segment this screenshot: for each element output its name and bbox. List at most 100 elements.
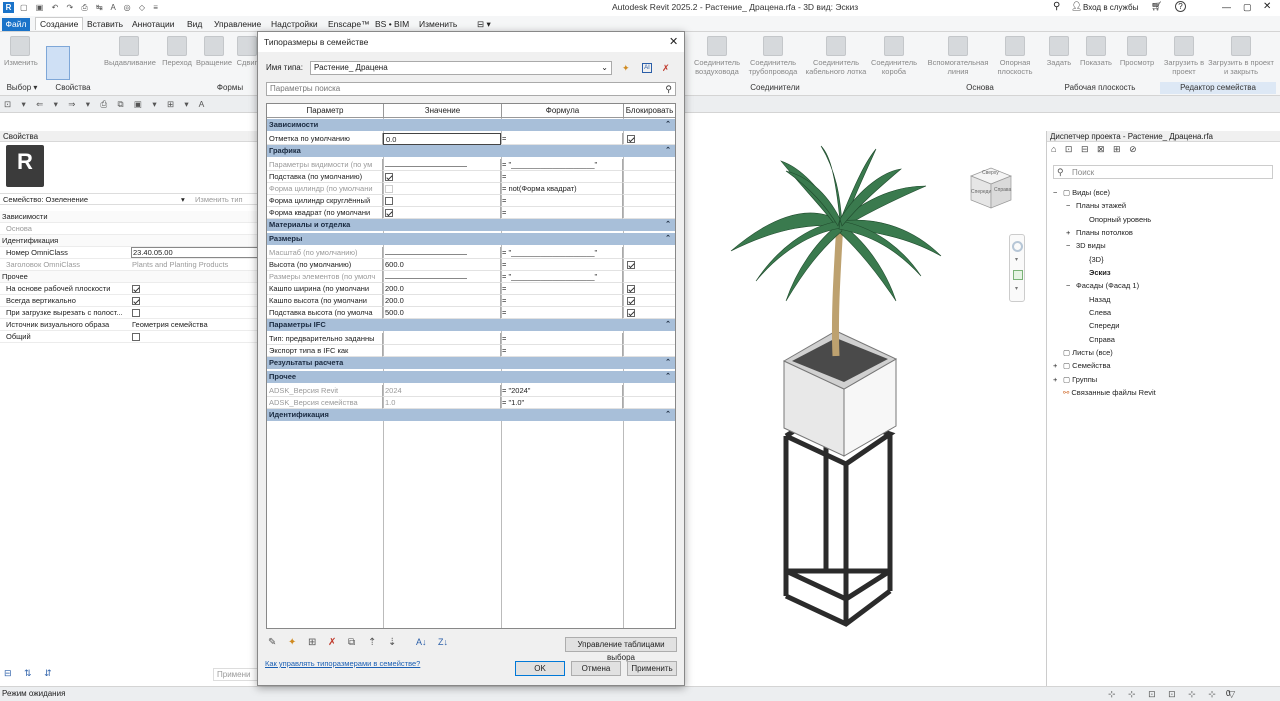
- type-name-select[interactable]: Растение_ Драцена ⌄: [310, 61, 612, 75]
- collapse-icon[interactable]: −: [1053, 187, 1063, 198]
- tree-item[interactable]: ▢ Листы (все): [1053, 347, 1113, 358]
- tab-enscape[interactable]: Enscape™: [324, 18, 374, 31]
- viewer-button[interactable]: Просмотр: [1116, 36, 1158, 67]
- collapse-icon[interactable]: −: [1066, 240, 1076, 251]
- parameter-lock[interactable]: [623, 397, 675, 409]
- help-link[interactable]: Как управлять типоразмерами в семействе?: [265, 659, 420, 668]
- apply-button[interactable]: Применить: [627, 661, 677, 676]
- parameter-lock[interactable]: [623, 247, 675, 259]
- parameter-lock[interactable]: [623, 307, 675, 319]
- edit-type-button[interactable]: Изменить тип: [195, 194, 243, 205]
- parameter-formula[interactable]: = not(Форма квадрат): [501, 183, 623, 195]
- tree-item[interactable]: − ▢ Виды (все): [1053, 187, 1110, 198]
- search-icon[interactable]: ⚲: [665, 83, 672, 95]
- parameter-value[interactable]: 500.0: [383, 307, 501, 319]
- property-group[interactable]: Прочее: [0, 271, 262, 283]
- parameter-value[interactable]: [383, 171, 501, 183]
- parameter-group[interactable]: Параметры IFC ⌃: [267, 319, 675, 331]
- cart-icon[interactable]: 🛒︎: [1151, 1, 1162, 12]
- parameter-formula[interactable]: =: [501, 345, 623, 357]
- parameter-value[interactable]: 600.0: [383, 259, 501, 271]
- parameter-lock[interactable]: [623, 295, 675, 307]
- parameter-formula[interactable]: = "____________________": [501, 247, 623, 259]
- pipe-connector-button[interactable]: Соединитель трубопровода: [745, 36, 801, 76]
- move-up-icon[interactable]: ⇡: [368, 637, 376, 648]
- parameter-lock[interactable]: [623, 283, 675, 295]
- revit-logo-icon[interactable]: R: [3, 2, 14, 13]
- parameter-formula[interactable]: =: [501, 207, 623, 219]
- tab-create[interactable]: Создание: [35, 17, 84, 30]
- tab-addins[interactable]: Надстройки: [267, 18, 322, 31]
- tab-modify[interactable]: Изменить: [415, 18, 461, 31]
- tab-file[interactable]: Файл: [2, 18, 30, 31]
- parameter-lock[interactable]: [623, 133, 675, 145]
- tree-item[interactable]: + Планы потолков: [1066, 227, 1133, 238]
- collapse-chevron-icon[interactable]: ⌃: [665, 357, 671, 369]
- tab-annotate[interactable]: Аннотации: [128, 18, 179, 31]
- lock-checkbox[interactable]: [627, 285, 635, 294]
- parameter-lock[interactable]: [623, 259, 675, 271]
- value-checkbox[interactable]: [385, 209, 393, 218]
- tree-item[interactable]: Опорный уровень: [1079, 214, 1151, 225]
- show-workplane-button[interactable]: Показать: [1076, 36, 1116, 67]
- viewcube-top[interactable]: Сверху: [982, 170, 999, 176]
- property-value[interactable]: Геометрия семейства: [132, 319, 208, 331]
- table-tools[interactable]: ✎ ✦ ⊞ ✗ ⧉ ⇡ ⇣ A↓ Z↓: [266, 637, 466, 651]
- collapse-chevron-icon[interactable]: ⌃: [665, 145, 671, 157]
- column-formula[interactable]: Формула: [502, 104, 624, 118]
- parameter-formula[interactable]: = "1.0": [501, 397, 623, 409]
- conduit-connector-button[interactable]: Соединитель короба: [868, 36, 920, 76]
- tree-item[interactable]: Слева: [1079, 307, 1111, 318]
- tree-item[interactable]: Назад: [1079, 294, 1111, 305]
- parameter-group[interactable]: Материалы и отделка ⌃: [267, 219, 675, 231]
- sort-descending-icon[interactable]: Z↓: [438, 637, 448, 647]
- parameter-formula[interactable]: =: [501, 295, 623, 307]
- tab-bsbim[interactable]: BS • BIM: [371, 18, 413, 31]
- revolve-button[interactable]: Вращение: [194, 36, 234, 67]
- collapse-chevron-icon[interactable]: ⌃: [665, 371, 671, 383]
- parameter-value[interactable]: 0.0: [383, 133, 501, 145]
- cancel-button[interactable]: Отмена: [571, 661, 621, 676]
- parameter-lock[interactable]: [623, 345, 675, 357]
- shared-parameter-icon[interactable]: ⊞: [308, 637, 316, 648]
- parameter-value[interactable]: [383, 183, 501, 195]
- parameter-lock[interactable]: [623, 207, 675, 219]
- expand-icon[interactable]: +: [1053, 360, 1063, 371]
- parameter-value[interactable]: [383, 333, 501, 345]
- reference-plane-button[interactable]: Опорная плоскость: [994, 36, 1036, 76]
- tree-item[interactable]: + ▢ Группы: [1053, 374, 1097, 385]
- parameter-formula[interactable]: = "____________________": [501, 159, 623, 171]
- set-workplane-button[interactable]: Задать: [1042, 36, 1076, 67]
- tab-more-icon[interactable]: ⊟ ▾: [473, 18, 495, 31]
- properties-ribbon-button[interactable]: [46, 46, 70, 80]
- delete-parameter-icon[interactable]: ✗: [328, 637, 336, 648]
- dialog-close-button[interactable]: ✕: [669, 35, 678, 48]
- parameter-lock[interactable]: [623, 159, 675, 171]
- binoculars-icon[interactable]: ⚲: [1053, 1, 1060, 12]
- parameter-formula[interactable]: =: [501, 195, 623, 207]
- parameter-lock[interactable]: [623, 183, 675, 195]
- sweep-button[interactable]: Сдвиг: [236, 36, 258, 67]
- collapse-icon[interactable]: −: [1066, 280, 1076, 291]
- tree-item[interactable]: {3D}: [1079, 254, 1104, 265]
- parameter-lock[interactable]: [623, 385, 675, 397]
- view-tools-icons[interactable]: ⊡ ▾ ⇐ ▾ ⇒ ▾ ⎙ ⧉ ▣ ▾ ⊞ ▾ A: [4, 99, 208, 110]
- family-selector[interactable]: Семейство: Озеленение ▾ Изменить тип: [0, 193, 262, 205]
- property-checkbox[interactable]: [132, 309, 140, 318]
- lock-checkbox[interactable]: [627, 297, 635, 306]
- zoom-icon[interactable]: [1013, 270, 1023, 280]
- lock-checkbox[interactable]: [627, 261, 635, 270]
- edit-parameter-icon[interactable]: ✎: [268, 637, 276, 648]
- browser-search-input[interactable]: ⚲ Поиск: [1053, 165, 1273, 179]
- quick-access-icons[interactable]: ▢ ▣ ↶ ↷ ⎙ ↹ A ◎ ◇ ≡: [20, 3, 240, 13]
- collapse-icon[interactable]: −: [1066, 200, 1076, 211]
- reference-line-button[interactable]: Вспомогательная линия: [925, 36, 991, 76]
- property-checkbox[interactable]: [132, 333, 140, 342]
- new-type-icon[interactable]: ✦: [622, 63, 632, 73]
- tree-item[interactable]: Справа: [1079, 334, 1115, 345]
- parameter-group[interactable]: Идентификация ⌃: [267, 409, 675, 421]
- steering-wheel-icon[interactable]: [1012, 241, 1023, 252]
- tree-item[interactable]: − 3D виды: [1066, 240, 1106, 251]
- blend-button[interactable]: Переход: [160, 36, 194, 67]
- column-lock[interactable]: Блокировать: [624, 104, 675, 118]
